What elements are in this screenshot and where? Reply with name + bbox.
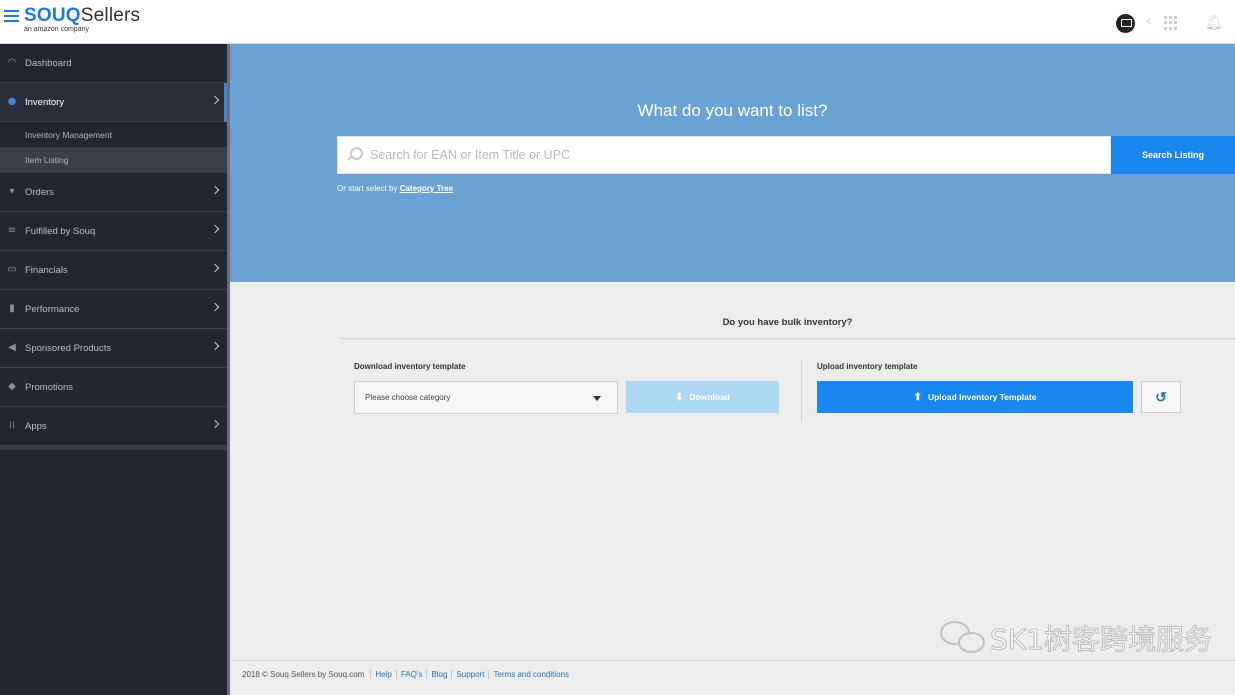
page-title: What do you want to list? [637, 101, 828, 120]
chevron-right-icon [210, 185, 220, 195]
chevron-left-icon[interactable]: ‹ [1146, 14, 1151, 30]
chevron-right-icon [210, 419, 220, 429]
tag-icon: ◆ [8, 381, 16, 392]
logo-sellers-text: Sellers [80, 5, 141, 26]
sidebar-item-label: Promotions [25, 381, 74, 393]
watermark: SK1树客跨境服务 [938, 618, 1212, 658]
cart-icon: ▾ [9, 186, 15, 197]
logo-souq-text: SOUQ [24, 5, 81, 26]
bar-chart-icon: ▮ [9, 303, 15, 314]
category-select-value: Please choose category [365, 393, 451, 402]
bulk-inventory-heading: Do you have bulk inventory? [722, 317, 853, 328]
souq-sellers-logo[interactable]: SOUQSellers an amazon company [24, 5, 140, 39]
watermark-text: SK1树客跨境服务 [990, 623, 1213, 657]
footer-link-faqs[interactable]: FAQ's [395, 670, 427, 679]
inventory-icon: ● [7, 96, 17, 107]
sidebar-item-label: Fulfilled by Souq [25, 225, 96, 237]
sidebar-item-orders[interactable]: ▾ Orders [0, 173, 227, 212]
category-tree-link[interactable]: Category Tree [400, 184, 453, 193]
footer: 2018 © Souq Sellers by Souq.com Help FAQ… [242, 670, 573, 679]
sidebar-item-financials[interactable]: ▭ Financials [0, 251, 227, 290]
download-button-label: Download [689, 392, 730, 402]
chevron-right-icon [210, 341, 220, 351]
wechat-icon [938, 618, 990, 658]
upload-arrow-icon: ⬆ [913, 391, 922, 403]
megaphone-icon: ◀ [8, 342, 16, 353]
upload-template-label: Upload inventory template [817, 362, 918, 371]
chevron-right-icon [210, 95, 220, 105]
footer-divider [230, 660, 1235, 661]
notification-bell-icon[interactable]: 🔔︎ [1205, 15, 1223, 31]
hamburger-menu-icon[interactable] [4, 10, 19, 23]
listing-search-hero: What do you want to list? Search Listing… [230, 44, 1235, 282]
sidebar-item-inventory[interactable]: ● Inventory [0, 83, 227, 122]
footer-link-support[interactable]: Support [451, 670, 488, 679]
truck-icon: ≡ [7, 225, 17, 236]
upload-button-label: Upload Inventory Template [927, 392, 1037, 402]
download-arrow-icon: ⬇ [675, 391, 684, 403]
search-box [337, 136, 1111, 174]
sidebar-item-promotions[interactable]: ◆ Promotions [0, 368, 227, 407]
download-button[interactable]: ⬇ Download [626, 381, 779, 413]
chevron-right-icon [210, 224, 220, 234]
chevron-right-icon [210, 263, 220, 273]
footer-link-blog[interactable]: Blog [426, 670, 451, 679]
upload-history-button[interactable]: ↺ [1141, 381, 1181, 413]
top-header: SOUQSellers an amazon company ‹ 🔔︎ [0, 0, 1235, 44]
sidebar-item-label: Apps [25, 420, 47, 432]
category-select[interactable]: Please choose category [354, 381, 618, 414]
chevron-right-icon [210, 302, 220, 312]
sidebar-item-label: Sponsored Products [25, 342, 112, 354]
download-template-label: Download inventory template [354, 362, 466, 371]
search-listing-button[interactable]: Search Listing [1111, 136, 1235, 174]
sidebar-item-dashboard[interactable]: ◠ Dashboard [0, 44, 227, 83]
apps-grid-icon[interactable] [1164, 16, 1178, 30]
bulk-divider [340, 338, 1235, 339]
footer-copyright: 2018 © Souq Sellers by Souq.com [242, 670, 365, 679]
apps-grid-icon: ⁞⁞ [8, 420, 16, 431]
sidebar-item-label: Orders [25, 186, 55, 198]
inventory-submenu: Inventory Management Item Listing [0, 122, 227, 173]
category-prefix-text: Or start select by [337, 184, 400, 193]
category-tree-hint: Or start select by Category Tree [337, 184, 453, 193]
gauge-icon: ◠ [7, 57, 17, 68]
upload-inventory-template-button[interactable]: ⬆ Upload Inventory Template [817, 381, 1133, 413]
sidebar-item-label: Performance [25, 303, 80, 315]
money-icon: ▭ [7, 264, 17, 275]
sidebar-item-fulfilled-by-souq[interactable]: ≡ Fulfilled by Souq [0, 212, 227, 251]
monitor-icon[interactable] [1116, 14, 1135, 33]
search-icon [346, 147, 363, 163]
sidebar-item-apps[interactable]: ⁞⁞ Apps [0, 407, 227, 446]
footer-link-help[interactable]: Help [370, 670, 395, 679]
search-input[interactable] [370, 137, 1100, 173]
caret-down-icon [593, 396, 601, 401]
sidebar-divider [0, 446, 227, 450]
sidebar-subitem-inventory-management[interactable]: Inventory Management [0, 122, 227, 147]
logo-subtitle: an amazon company [24, 26, 89, 33]
footer-link-terms[interactable]: Terms and conditions [488, 670, 573, 679]
sidebar-subitem-item-listing[interactable]: Item Listing [0, 147, 227, 172]
sidebar-item-label: Financials [25, 264, 68, 276]
sidebar-item-performance[interactable]: ▮ Performance [0, 290, 227, 329]
section-separator [801, 360, 802, 423]
sidebar-item-sponsored-products[interactable]: ◀ Sponsored Products [0, 329, 227, 368]
history-icon: ↺ [1155, 388, 1167, 405]
sidebar-item-label: Inventory [25, 96, 65, 108]
sidebar-item-label: Dashboard [25, 57, 72, 69]
sidebar: ◠ Dashboard ● Inventory Inventory Manage… [0, 44, 230, 695]
